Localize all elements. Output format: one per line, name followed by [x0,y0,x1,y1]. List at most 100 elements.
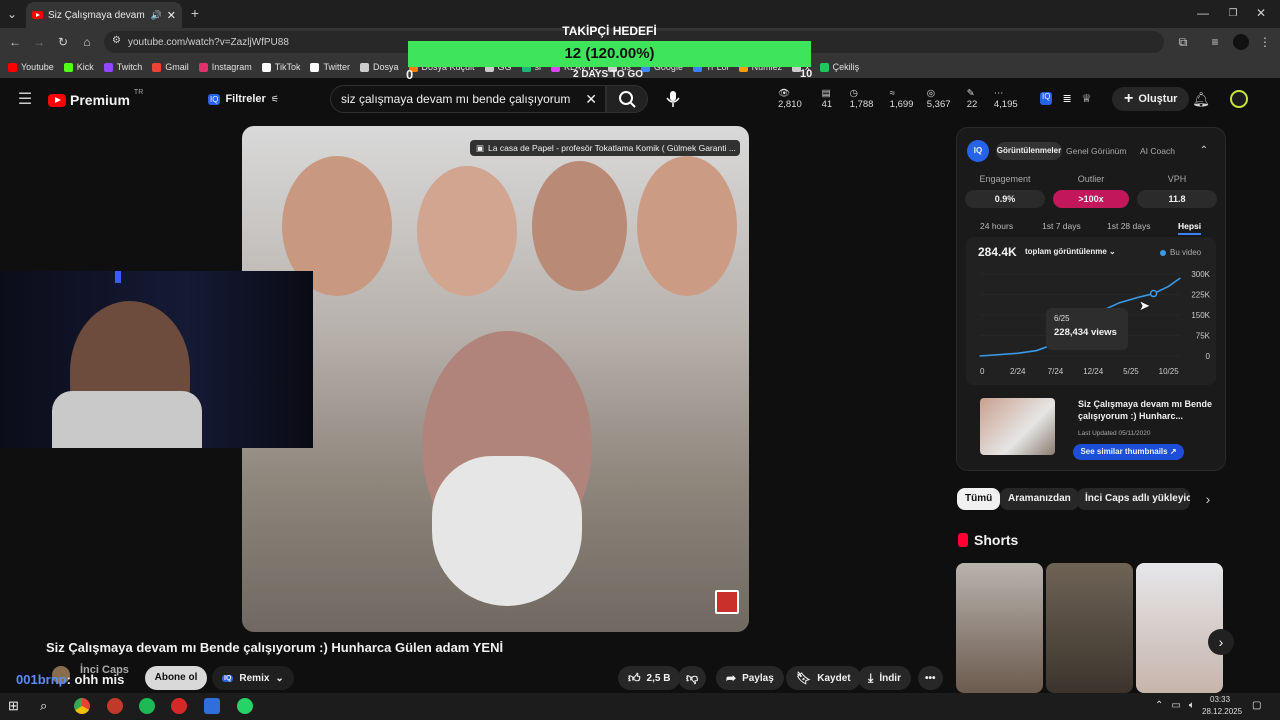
total-views: 284.4K [978,245,1017,259]
metric-vph-value: 11.8 [1137,190,1217,208]
range-7d[interactable]: 1st 7 days [1042,221,1081,231]
short-thumbnail-1[interactable] [956,563,1043,693]
tab-views[interactable]: Görüntülenmeler [996,142,1062,160]
iq-toolbar-icon[interactable]: IQ [1040,92,1053,105]
youtube-logo[interactable]: Premium TR [48,89,143,108]
chevron-down-icon: ⌄ [1109,247,1116,256]
reload-icon[interactable]: ↻ [56,35,70,49]
more-actions-button[interactable]: ••• [918,666,943,690]
new-tab-icon[interactable]: + [188,5,202,21]
media-icon[interactable]: ≡ [1208,35,1222,49]
editor-taskbar-icon[interactable] [204,698,220,714]
iq-remix-icon: IQ [222,674,234,682]
minimize-icon[interactable]: — [1196,6,1210,20]
range-all[interactable]: Hepsi [1178,221,1202,235]
site-info-icon[interactable]: ⚙ [112,35,121,46]
bookmark-item[interactable]: Gmail [152,62,189,72]
close-window-icon[interactable]: ✕ [1254,6,1268,20]
menu-icon[interactable]: ⋮ [1258,35,1272,49]
list-icon[interactable]: ≣ [1062,92,1071,105]
forward-icon[interactable]: → [32,35,46,49]
voice-search-button[interactable] [660,88,686,110]
bookmark-item[interactable]: Youtube [8,62,54,72]
notification-center-icon[interactable]: ▢ [1252,700,1261,711]
clear-search-icon[interactable]: ✕ [585,91,597,108]
speaker-icon[interactable]: 🔊 [151,10,162,21]
chip-uploader[interactable]: İnci Caps adlı yükleyicid [1077,488,1190,510]
like-button[interactable]: 👍︎ 2,5 B [618,666,681,690]
search-input[interactable]: siz çalışmaya devam mı bende çalışıyorum… [330,85,606,113]
windows-start-icon[interactable]: ⊞ [8,698,24,714]
chat-user: 001brnp [16,672,67,687]
bookmark-item[interactable]: Twitch [103,62,142,72]
hamburger-menu-icon[interactable]: ☰ [16,90,34,108]
range-28d[interactable]: 1st 28 days [1107,221,1150,231]
taskbar-date[interactable]: 28.12.2025 [1202,707,1242,716]
bookmark-item[interactable]: Twitter [310,62,350,72]
taskbar-search-icon[interactable]: ⌕ [40,698,56,714]
chips-next-icon[interactable]: › [1200,491,1216,507]
tab-ai-coach[interactable]: AI Coach [1140,146,1175,156]
short-thumbnail-3[interactable] [1136,563,1223,693]
home-icon[interactable]: ⌂ [80,35,94,49]
volume-icon[interactable]: 🔈︎ [1189,700,1195,711]
y-tick-label: 300K [1191,270,1210,279]
youtube-favicon-icon [32,11,43,19]
extensions-icon[interactable]: ⧉ [1176,35,1190,49]
tab-overview[interactable]: Genel Görünüm [1066,146,1126,156]
bookmark-item[interactable]: Instagram [198,62,252,72]
subscribe-button[interactable]: Abone ol [145,666,207,690]
chip-all[interactable]: Tümü [957,488,1001,510]
taskbar-time[interactable]: 03:33 [1210,695,1230,704]
range-24h[interactable]: 24 hours [980,221,1013,231]
dislike-button[interactable]: 👎︎ [678,666,707,690]
chip-from-search[interactable]: Aramanızdan [1000,488,1079,510]
close-tab-icon[interactable]: ✕ [167,9,176,22]
download-button[interactable]: ⤓ İndir [858,666,911,690]
app-taskbar-icon[interactable] [107,698,123,714]
trophy-icon[interactable]: ♕ [1082,92,1092,105]
spotify-taskbar-icon[interactable] [139,698,155,714]
channel-watermark-icon[interactable] [715,590,739,614]
like-count: 2,5 B [646,672,671,684]
collapse-chevron-icon[interactable]: ⌃ [1198,144,1210,156]
bookmark-item[interactable]: Kick [63,62,94,72]
plus-icon: + [1124,90,1134,107]
shorts-next-button[interactable]: › [1208,629,1234,655]
notifications-bell-icon[interactable]: 🔔︎ [1192,90,1210,108]
filters-button[interactable]: IQ Filtreler ⚟ [200,88,287,110]
profile-avatar[interactable] [1233,34,1249,50]
remix-button[interactable]: IQ Remix ⌄ [212,666,294,690]
chart-point [979,355,981,357]
save-button[interactable]: 🔖︎ Kaydet [786,666,861,690]
video-player[interactable]: ▣ La casa de Papel - profesör Tokatlama … [242,126,749,632]
tray-chevron-icon[interactable]: ⌃ [1155,700,1163,711]
account-avatar[interactable] [1230,90,1248,108]
legend-label: Bu video [1170,248,1202,257]
search-button[interactable] [606,85,648,113]
chart-tooltip: 6/25 228,434 views [1046,308,1128,350]
bookmark-item[interactable]: Dosya [359,62,399,72]
video-overlay-card[interactable]: ▣ La casa de Papel - profesör Tokatlama … [470,140,740,156]
windows-taskbar [0,693,1280,720]
browser-tab-active[interactable]: Siz Çalışmaya devam mı Be 🔊 ✕ [26,2,182,28]
similar-thumbnail[interactable] [980,398,1055,455]
see-similar-button[interactable]: See similar thumbnails ↗ [1073,444,1184,460]
yandex-taskbar-icon[interactable] [171,698,187,714]
create-button[interactable]: + Oluştur [1112,87,1190,111]
short-thumbnail-2[interactable] [1046,563,1133,693]
restore-icon[interactable]: ❐ [1226,6,1240,20]
bookmark-item[interactable]: Çekiliş [819,62,859,72]
stat-value: 1,699 [889,99,914,110]
bookmark-item[interactable]: TikTok [261,62,300,72]
tooltip-value: 228,434 views [1054,327,1117,338]
metric-outlier-value: >100x [1053,190,1129,208]
metric-select[interactable]: toplam görüntülenme ⌄ [1025,247,1116,256]
network-icon[interactable]: ▭ [1171,700,1180,711]
chrome-taskbar-icon[interactable] [74,698,90,714]
share-button[interactable]: ➦ Paylaş [716,666,784,690]
tab-list-icon[interactable]: ⌄ [4,6,20,22]
whatsapp-taskbar-icon[interactable] [237,698,253,714]
x-tick-label: 7/24 [1048,367,1064,376]
back-icon[interactable]: ← [8,35,22,49]
